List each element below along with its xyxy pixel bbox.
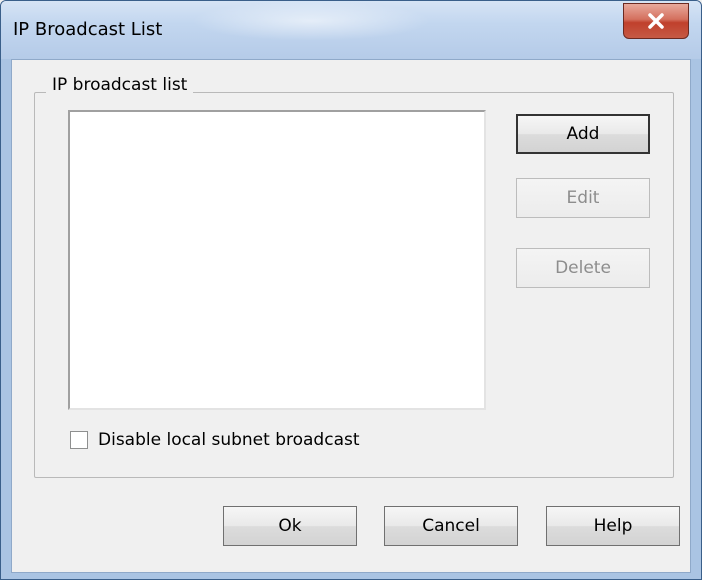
add-button[interactable]: Add	[516, 114, 650, 154]
disable-subnet-broadcast-label[interactable]: Disable local subnet broadcast	[98, 430, 360, 450]
window-title: IP Broadcast List	[13, 19, 163, 40]
title-bar-highlight	[191, 1, 431, 41]
title-bar[interactable]: IP Broadcast List	[1, 1, 701, 59]
close-icon	[647, 13, 665, 29]
ip-broadcast-listbox[interactable]	[68, 110, 486, 410]
ok-button[interactable]: Ok	[223, 506, 357, 546]
disable-subnet-broadcast-row[interactable]: Disable local subnet broadcast	[70, 430, 360, 450]
help-button[interactable]: Help	[546, 506, 680, 546]
delete-button[interactable]: Delete	[516, 248, 650, 288]
edit-button[interactable]: Edit	[516, 178, 650, 218]
close-button[interactable]	[623, 3, 689, 39]
cancel-button[interactable]: Cancel	[384, 506, 518, 546]
disable-subnet-broadcast-checkbox[interactable]	[70, 431, 88, 449]
group-legend: IP broadcast list	[46, 75, 194, 95]
